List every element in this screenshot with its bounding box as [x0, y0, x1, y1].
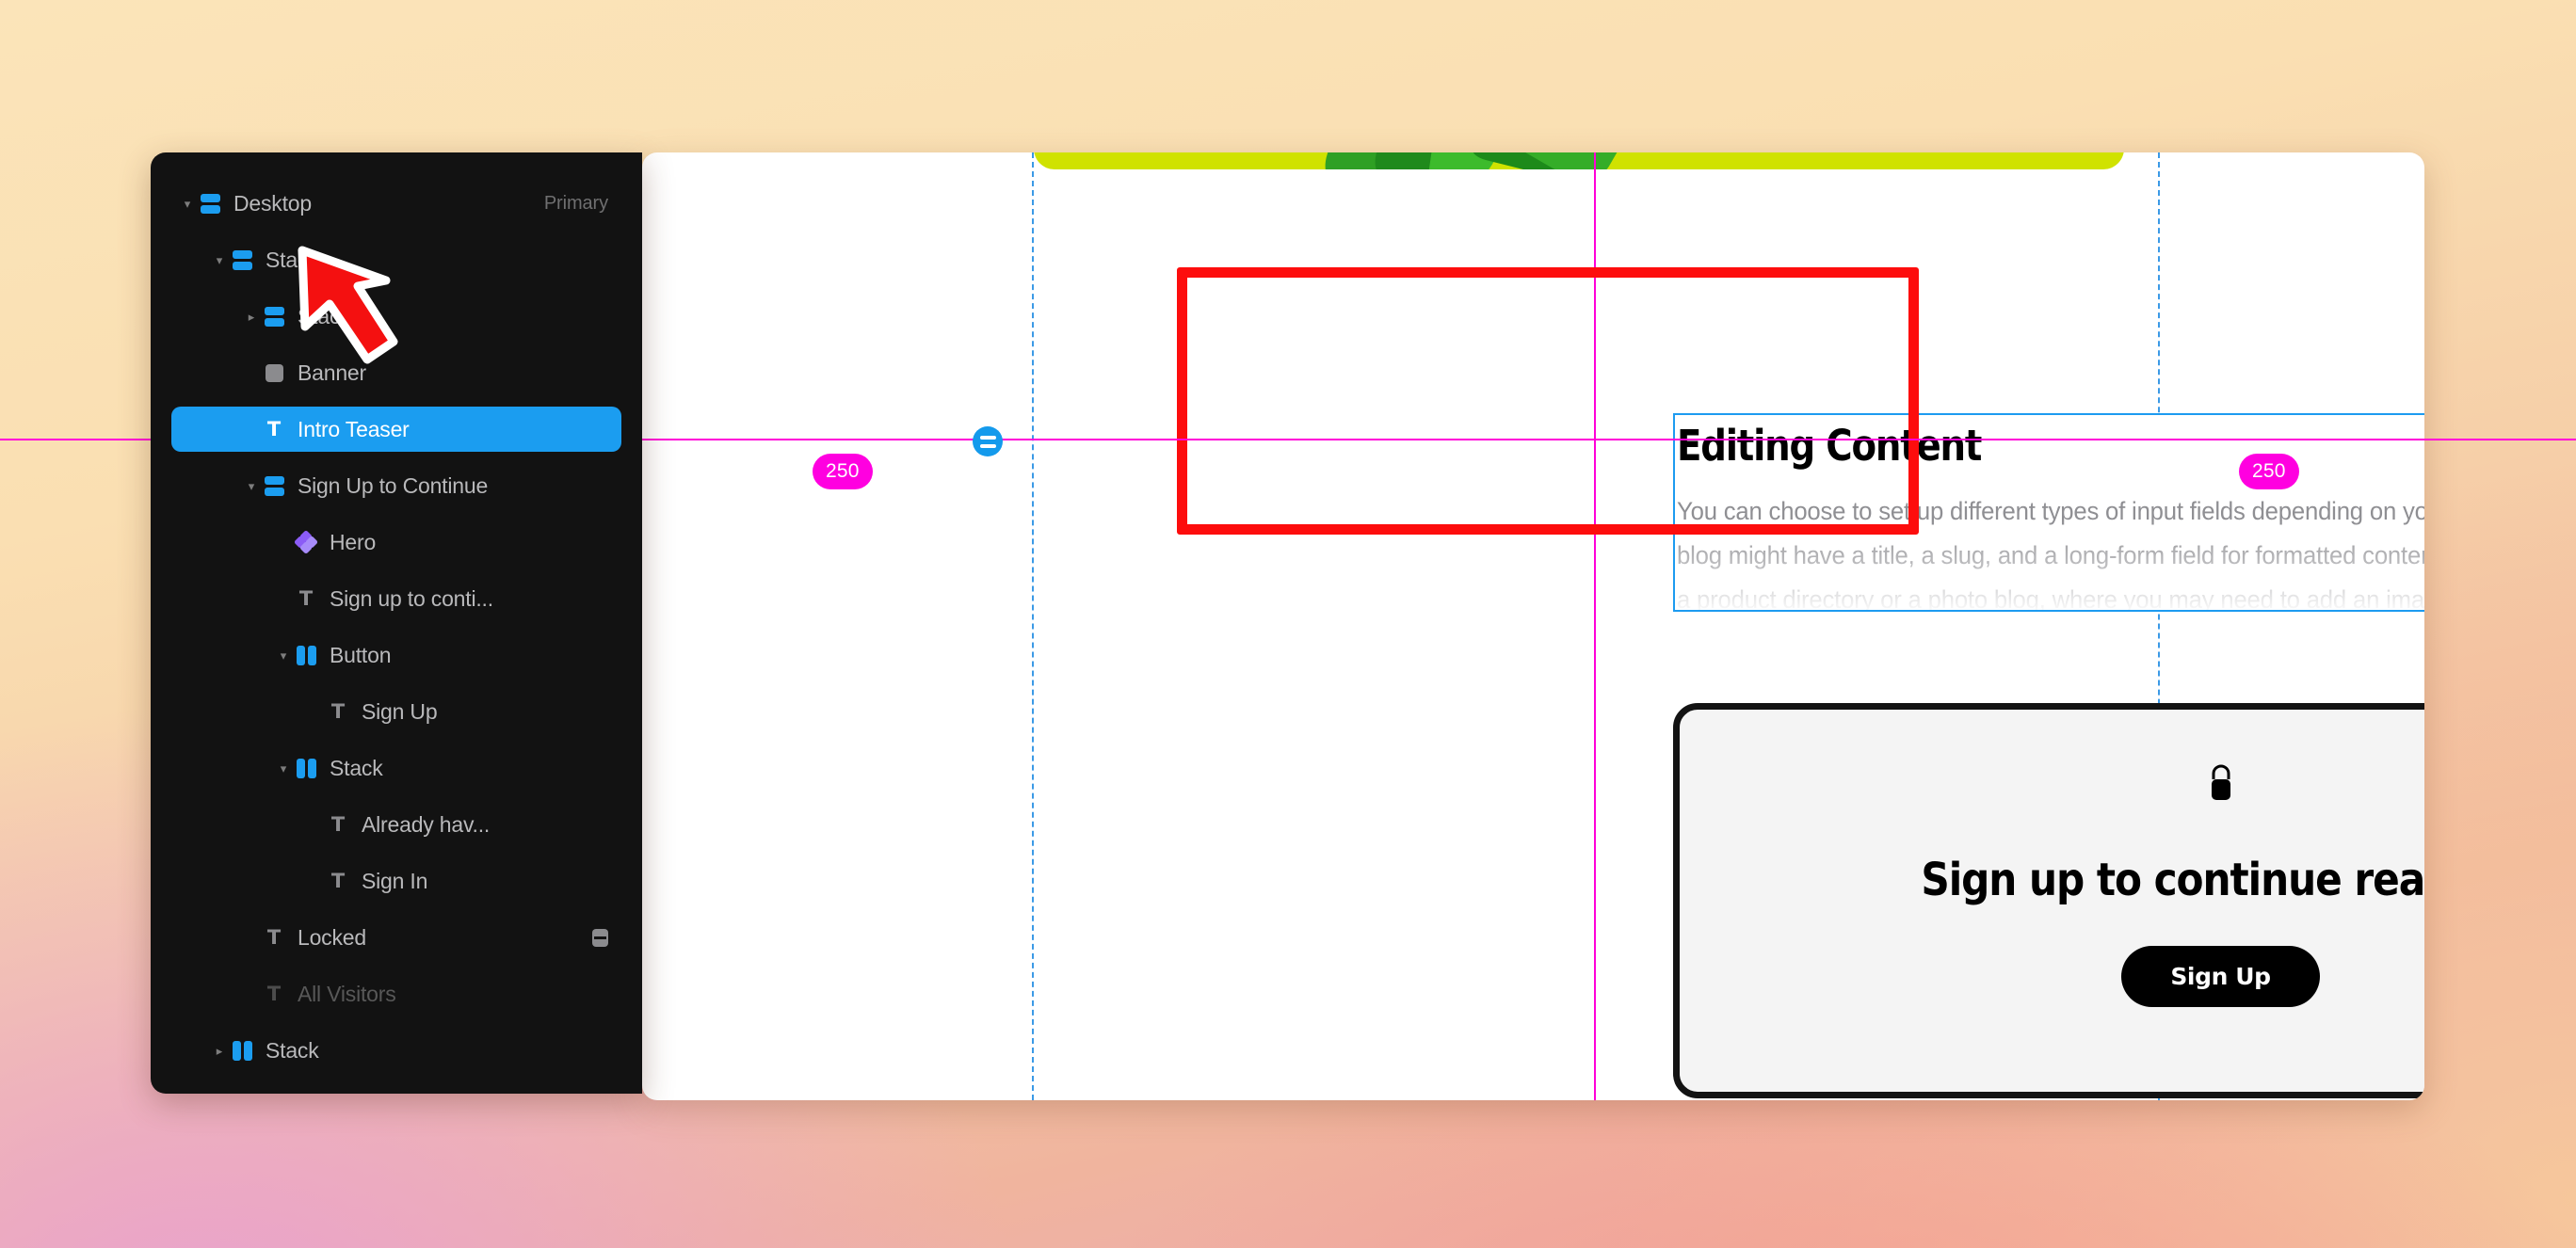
- layer-row-sign-in[interactable]: T Sign In: [171, 858, 621, 904]
- layout-guide-left: [1032, 152, 1034, 1100]
- text-icon: T: [330, 699, 346, 723]
- layer-label: Sign In: [362, 868, 428, 893]
- layer-row-all-visitors[interactable]: T All Visitors: [171, 971, 621, 1016]
- banner-element[interactable]: [1034, 152, 2124, 169]
- layers-panel[interactable]: ▾ Desktop Primary ▾ Stack ▸ Stack Banner T Intro …: [151, 152, 642, 1094]
- chevron-down-icon[interactable]: ▾: [275, 649, 292, 662]
- stack-horizontal-icon: [260, 475, 288, 496]
- rectangle-icon: [260, 363, 288, 382]
- text-icon: T: [266, 925, 282, 949]
- layer-label: Stack: [266, 247, 319, 272]
- layer-row-stack[interactable]: ▾ Stack: [171, 745, 621, 791]
- layer-label: Desktop: [233, 190, 312, 216]
- intro-teaser-block[interactable]: Editing Content You can choose to set up…: [1673, 413, 2424, 703]
- layer-row-banner[interactable]: Banner: [171, 350, 621, 395]
- text-icon: T: [298, 586, 314, 610]
- text-icon: T: [266, 982, 282, 1005]
- layer-row-desktop[interactable]: ▾ Desktop Primary: [171, 181, 621, 226]
- layer-label: Sign up to conti...: [330, 585, 493, 611]
- handle-bar: [979, 443, 996, 448]
- lock-card-title: Sign up to continue reading: [1921, 854, 2424, 906]
- stack-horizontal-icon: [196, 193, 224, 214]
- component-icon: [292, 529, 320, 555]
- teaser-heading: Editing Content: [1677, 421, 1982, 471]
- variant-icon[interactable]: [592, 928, 608, 947]
- layer-label: Sign Up to Continue: [298, 472, 489, 498]
- lock-icon: [2204, 762, 2238, 808]
- layer-row-stack[interactable]: ▾ Stack: [171, 237, 621, 282]
- text-icon: T: [330, 812, 346, 836]
- teaser-body: You can choose to set up different types…: [1677, 497, 2424, 703]
- design-canvas[interactable]: Editing Content You can choose to set up…: [642, 152, 2424, 1100]
- stack-vertical-icon: [292, 645, 320, 665]
- layer-row-sign-up-to-conti[interactable]: T Sign up to conti...: [171, 576, 621, 621]
- layer-label: Hero: [330, 529, 377, 554]
- layer-label: Stack: [266, 1037, 319, 1063]
- layer-row-hero[interactable]: Hero: [171, 520, 621, 565]
- layer-label: Sign Up: [362, 698, 438, 724]
- text-icon: T: [266, 417, 282, 440]
- stack-distribute-handle[interactable]: [973, 426, 1003, 456]
- chevron-down-icon[interactable]: ▾: [243, 480, 260, 492]
- layer-label: Stack: [298, 303, 351, 328]
- spacing-badge-left: 250: [813, 454, 873, 489]
- layer-label: Already hav...: [362, 811, 491, 837]
- app-window: Editing Content You can choose to set up…: [0, 0, 2576, 1248]
- stack-vertical-icon: [292, 758, 320, 778]
- spacing-badge-right: 250: [2239, 454, 2299, 489]
- chevron-down-icon[interactable]: ▾: [275, 762, 292, 775]
- breakpoint-tag: Primary: [543, 192, 608, 214]
- stack-vertical-icon: [228, 1040, 256, 1061]
- chevron-right-icon[interactable]: ▸: [243, 311, 260, 323]
- stack-horizontal-icon: [228, 249, 256, 270]
- handle-bar: [979, 435, 996, 440]
- chevron-right-icon[interactable]: ▸: [211, 1045, 228, 1057]
- layer-label: Banner: [298, 360, 366, 385]
- layer-label: Stack: [330, 755, 383, 780]
- layer-row-button[interactable]: ▾ Button: [171, 632, 621, 678]
- chevron-down-icon[interactable]: ▾: [179, 198, 196, 210]
- center-axis-guide: [1594, 152, 1596, 1100]
- layer-row-stack[interactable]: ▸ Stack: [171, 1028, 621, 1073]
- layer-label: Intro Teaser: [298, 416, 410, 441]
- signup-lock-card[interactable]: Sign up to continue reading Sign Up: [1673, 703, 2424, 1098]
- layer-label: All Visitors: [298, 981, 396, 1006]
- layer-row-already-hav[interactable]: T Already hav...: [171, 802, 621, 847]
- layer-row-sign-up-to-continue[interactable]: ▾ Sign Up to Continue: [171, 463, 621, 508]
- intro-teaser-content: Editing Content You can choose to set up…: [1677, 421, 2424, 703]
- sign-up-button[interactable]: Sign Up: [2121, 946, 2320, 1007]
- layer-label: Locked: [298, 924, 366, 950]
- layer-row-locked[interactable]: T Locked: [171, 915, 621, 960]
- chevron-down-icon[interactable]: ▾: [211, 254, 228, 266]
- layer-row-intro-teaser[interactable]: T Intro Teaser: [171, 407, 621, 452]
- layer-label: Button: [330, 642, 392, 667]
- stack-horizontal-icon: [260, 306, 288, 327]
- layer-row-stack[interactable]: ▸ Stack: [171, 294, 621, 339]
- layer-row-sign-up[interactable]: T Sign Up: [171, 689, 621, 734]
- text-icon: T: [330, 869, 346, 892]
